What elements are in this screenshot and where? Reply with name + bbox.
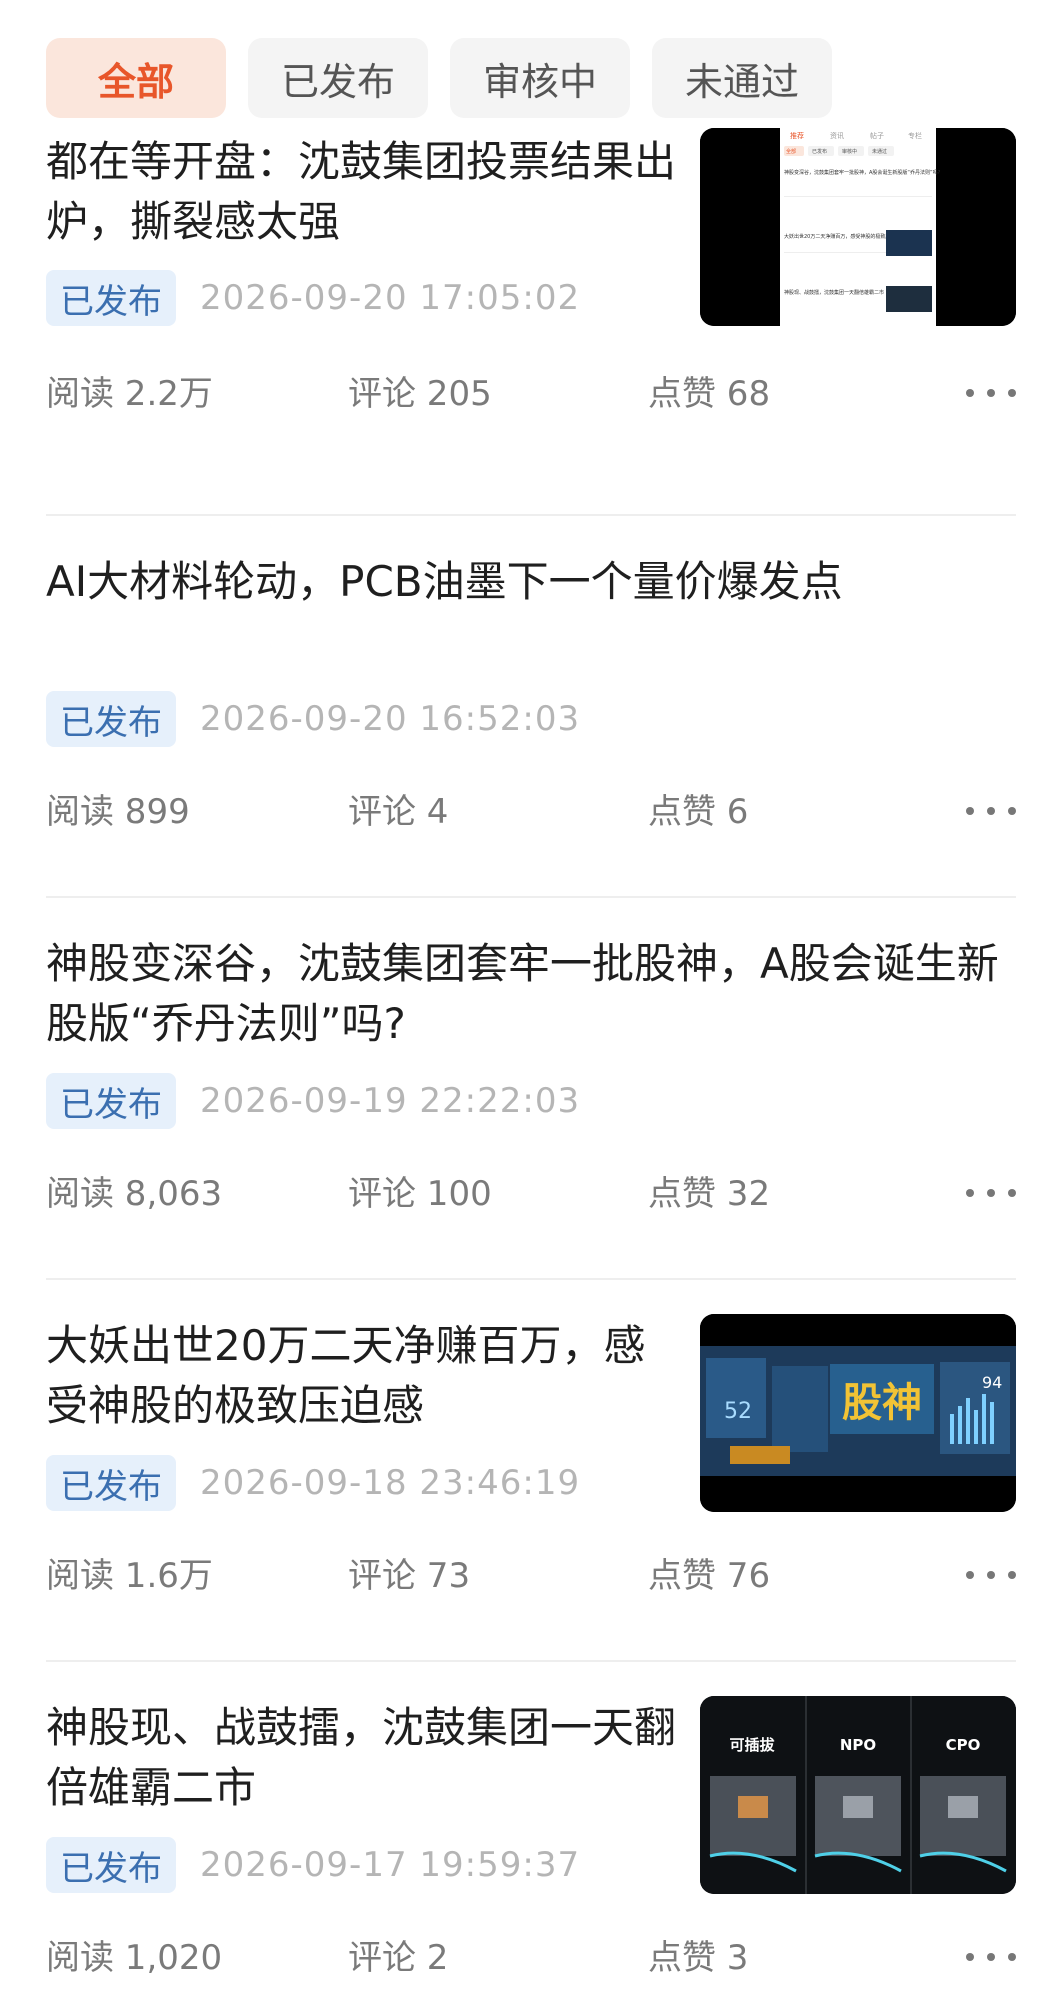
svg-text:52: 52 [724,1399,752,1424]
article-management-page: 全部 已发布 审核中 未通过 都在等开盘：沈鼓集团投票结果出炉，撕裂感太强 推荐… [0,0,1060,2004]
comment-count: 评论 73 [348,1556,471,1596]
article-item[interactable]: 神股现、战鼓擂，沈鼓集团一天翻倍雄霸二市 可插拔 NPO CPO 已发布 202… [46,1662,1016,2004]
thumbnail-stock-god-image: 股神 52 94 [700,1314,1016,1512]
tab-under-review[interactable]: 审核中 [450,38,630,118]
like-count: 点赞 68 [648,374,771,414]
svg-text:大妖出世20万二天净赚百万，感受神股的极致压迫感: 大妖出世20万二天净赚百万，感受神股的极致压迫感 [784,233,900,240]
publish-date: 2026-09-20 16:52:03 [200,699,581,739]
status-badge: 已发布 [46,691,176,747]
article-meta: 已发布 2026-09-20 17:05:02 [46,270,580,326]
svg-text:审核中: 审核中 [842,148,857,155]
article-meta: 已发布 2026-09-18 23:46:19 [46,1455,580,1511]
comment-count: 评论 4 [348,792,449,832]
svg-text:已发布: 已发布 [812,148,827,155]
article-title[interactable]: 神股现、战鼓擂，沈鼓集团一天翻倍雄霸二市 [46,1698,686,1818]
article-thumbnail[interactable]: 可插拔 NPO CPO [700,1696,1016,1894]
like-count: 点赞 6 [648,792,749,832]
svg-text:神股现、战鼓擂，沈鼓集团一天翻倍雄霸二市: 神股现、战鼓擂，沈鼓集团一天翻倍雄霸二市 [784,289,884,296]
status-badge: 已发布 [46,1073,176,1129]
comment-count: 评论 205 [348,374,492,414]
status-badge: 已发布 [46,270,176,326]
svg-text:可插拔: 可插拔 [729,1736,775,1754]
article-stats: 阅读 1,020 评论 2 点赞 3 [46,1930,1016,1986]
article-title[interactable]: 都在等开盘：沈鼓集团投票结果出炉，撕裂感太强 [46,132,686,252]
tab-published[interactable]: 已发布 [248,38,428,118]
article-item[interactable]: 大妖出世20万二天净赚百万，感受神股的极致压迫感 股神 52 94 已发布 20… [46,1280,1016,1662]
article-title[interactable]: 大妖出世20万二天净赚百万，感受神股的极致压迫感 [46,1316,686,1436]
more-dots-icon[interactable] [966,378,1016,408]
svg-text:资讯: 资讯 [830,131,844,140]
tab-rejected[interactable]: 未通过 [652,38,832,118]
svg-text:未通过: 未通过 [872,148,887,155]
article-item[interactable]: AI大材料轮动，PCB油墨下一个量价爆发点 已发布 2026-09-20 16:… [46,516,1016,898]
read-count: 阅读 899 [46,792,190,832]
article-thumbnail[interactable]: 推荐 资讯 帖子 专栏 全部 已发布 审核中 未通过 神股变深谷，沈鼓集团套牢一… [700,128,1016,326]
publish-date: 2026-09-20 17:05:02 [200,278,581,318]
svg-text:推荐: 推荐 [790,131,804,140]
svg-text:股神: 股神 [842,1380,922,1426]
article-stats: 阅读 8,063 评论 100 点赞 32 [46,1166,1016,1222]
like-count: 点赞 32 [648,1174,771,1214]
svg-text:神股变深谷，沈鼓集团套牢一批股神，A股会诞生新股版“乔丹法则: 神股变深谷，沈鼓集团套牢一批股神，A股会诞生新股版“乔丹法则”吗? [784,169,941,176]
read-count: 阅读 2.2万 [46,374,213,414]
svg-text:CPO: CPO [946,1736,981,1754]
more-dots-icon[interactable] [966,796,1016,826]
tab-all[interactable]: 全部 [46,38,226,118]
article-meta: 已发布 2026-09-17 19:59:37 [46,1837,580,1893]
thumbnail-optics-image: 可插拔 NPO CPO [700,1696,1016,1894]
svg-text:帖子: 帖子 [870,131,884,140]
more-dots-icon[interactable] [966,1942,1016,1972]
article-stats: 阅读 1.6万 评论 73 点赞 76 [46,1548,1016,1604]
status-filter-tabs: 全部 已发布 审核中 未通过 [46,38,832,118]
article-item[interactable]: 都在等开盘：沈鼓集团投票结果出炉，撕裂感太强 推荐 资讯 帖子 专栏 全部 已发… [46,128,1016,516]
article-stats: 阅读 899 评论 4 点赞 6 [46,784,1016,840]
article-stats: 阅读 2.2万 评论 205 点赞 68 [46,366,1016,422]
svg-text:专栏: 专栏 [908,131,922,140]
svg-text:94: 94 [982,1373,1002,1392]
read-count: 阅读 1,020 [46,1938,223,1978]
article-meta: 已发布 2026-09-19 22:22:03 [46,1073,580,1129]
thumbnail-app-screenshot: 推荐 资讯 帖子 专栏 全部 已发布 审核中 未通过 神股变深谷，沈鼓集团套牢一… [700,128,1016,326]
publish-date: 2026-09-19 22:22:03 [200,1081,581,1121]
like-count: 点赞 76 [648,1556,771,1596]
like-count: 点赞 3 [648,1938,749,1978]
more-dots-icon[interactable] [966,1178,1016,1208]
publish-date: 2026-09-18 23:46:19 [200,1463,581,1503]
read-count: 阅读 8,063 [46,1174,223,1214]
more-dots-icon[interactable] [966,1560,1016,1590]
svg-text:NPO: NPO [840,1736,876,1754]
read-count: 阅读 1.6万 [46,1556,213,1596]
article-title[interactable]: 神股变深谷，沈鼓集团套牢一批股神，A股会诞生新股版“乔丹法则”吗? [46,934,1006,1054]
publish-date: 2026-09-17 19:59:37 [200,1845,581,1885]
article-title[interactable]: AI大材料轮动，PCB油墨下一个量价爆发点 [46,552,1006,612]
comment-count: 评论 100 [348,1174,492,1214]
comment-count: 评论 2 [348,1938,449,1978]
article-thumbnail[interactable]: 股神 52 94 [700,1314,1016,1512]
article-item[interactable]: 神股变深谷，沈鼓集团套牢一批股神，A股会诞生新股版“乔丹法则”吗? 已发布 20… [46,898,1016,1280]
article-meta: 已发布 2026-09-20 16:52:03 [46,691,580,747]
status-badge: 已发布 [46,1455,176,1511]
status-badge: 已发布 [46,1837,176,1893]
svg-text:全部: 全部 [786,148,796,155]
